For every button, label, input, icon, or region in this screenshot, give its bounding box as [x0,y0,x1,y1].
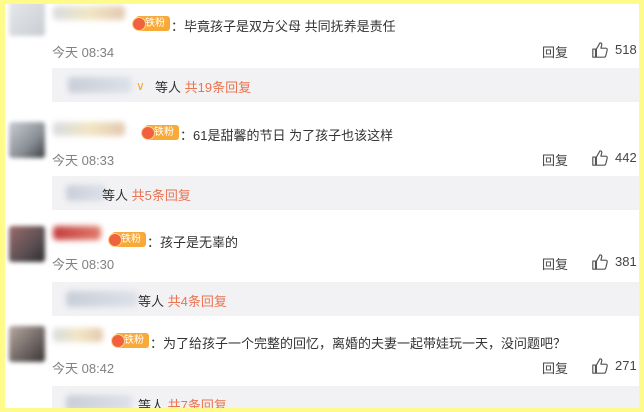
comment-time: 今天 08:33 [52,153,115,168]
reply-summary-bar[interactable]: 等人 共7条回复 [52,386,639,408]
like-count: 381 [615,254,637,269]
comment-item: 铁粉 ：为了给孩子一个完整的回忆，离婚的夫妻一起带娃玩一天，没问题吧？ 今天 0… [5,316,639,408]
comment-text: ：61是甜馨的节日 为了孩子也该这样 [180,128,394,143]
like-count: 442 [615,150,637,165]
avatar[interactable] [9,122,45,158]
reply-count-link[interactable]: 共5条回复 [132,188,191,203]
reply-usernames [68,77,132,93]
avatar[interactable] [9,326,45,362]
fan-badge: 铁粉 [141,125,179,140]
reply-prefix: 等人 [138,398,165,408]
comment-item: 铁粉 ：毕竟孩子是双方父母 共同抚养是责任 今天 08:34 回复 518 ∨ … [5,4,639,108]
reply-button[interactable]: 回复 [542,150,568,169]
comment-time: 今天 08:34 [52,45,115,60]
username[interactable] [53,6,125,20]
comment-time: 今天 08:42 [52,361,115,376]
reply-button[interactable]: 回复 [542,42,568,61]
comment-item: 铁粉 ：孩子是无辜的 今天 08:30 回复 381 等人 共4条回复 [5,212,639,316]
reply-summary-bar[interactable]: ∨ 等人 共19条回复 [52,68,639,102]
comment-time: 今天 08:30 [52,257,115,272]
thumbs-up-icon[interactable] [591,357,609,375]
like-count: 518 [615,42,637,57]
comment-text: ：为了给孩子一个完整的回忆，离婚的夫妻一起带娃玩一天，没问题吧？ [150,336,567,351]
reply-summary: 等人 共5条回复 [102,185,191,204]
reply-usernames [66,185,106,201]
reply-count-link[interactable]: 共19条回复 [185,80,251,95]
reply-usernames [66,395,132,408]
reply-prefix: 等人 [138,294,165,309]
fan-badge: 铁粉 [111,333,149,348]
username[interactable] [53,226,101,240]
comment-text: ：毕竟孩子是双方父母 共同抚养是责任 [171,19,396,34]
avatar[interactable] [9,4,45,36]
reply-usernames [66,291,138,307]
reply-prefix: 等人 [155,80,182,95]
thumbs-up-icon[interactable] [591,41,609,59]
comment-item: 铁粉 ：61是甜馨的节日 为了孩子也该这样 今天 08:33 回复 442 等人… [5,108,639,212]
reply-count-link[interactable]: 共7条回复 [168,398,227,408]
reply-summary: 等人 共19条回复 [155,77,251,96]
comment-list: 铁粉 ：毕竟孩子是双方父母 共同抚养是责任 今天 08:34 回复 518 ∨ … [5,4,639,408]
reply-prefix: 等人 [102,188,129,203]
thumbs-up-icon[interactable] [591,149,609,167]
username[interactable] [53,122,125,136]
reply-summary-bar[interactable]: 等人 共4条回复 [52,282,639,316]
reply-count-link[interactable]: 共4条回复 [168,294,227,309]
reply-button[interactable]: 回复 [542,358,568,377]
fan-badge: 铁粉 [108,232,146,247]
comment-text: ：孩子是无辜的 [147,235,239,250]
fan-badge: 铁粉 [132,16,170,31]
reply-button[interactable]: 回复 [542,254,568,273]
like-count: 271 [615,358,637,373]
reply-summary: 等人 共4条回复 [138,291,227,310]
verified-v-icon: ∨ [136,79,145,93]
avatar[interactable] [9,226,45,262]
thumbs-up-icon[interactable] [591,253,609,271]
reply-summary-bar[interactable]: 等人 共5条回复 [52,176,639,210]
reply-summary: 等人 共7条回复 [138,395,227,408]
username[interactable] [53,328,103,342]
